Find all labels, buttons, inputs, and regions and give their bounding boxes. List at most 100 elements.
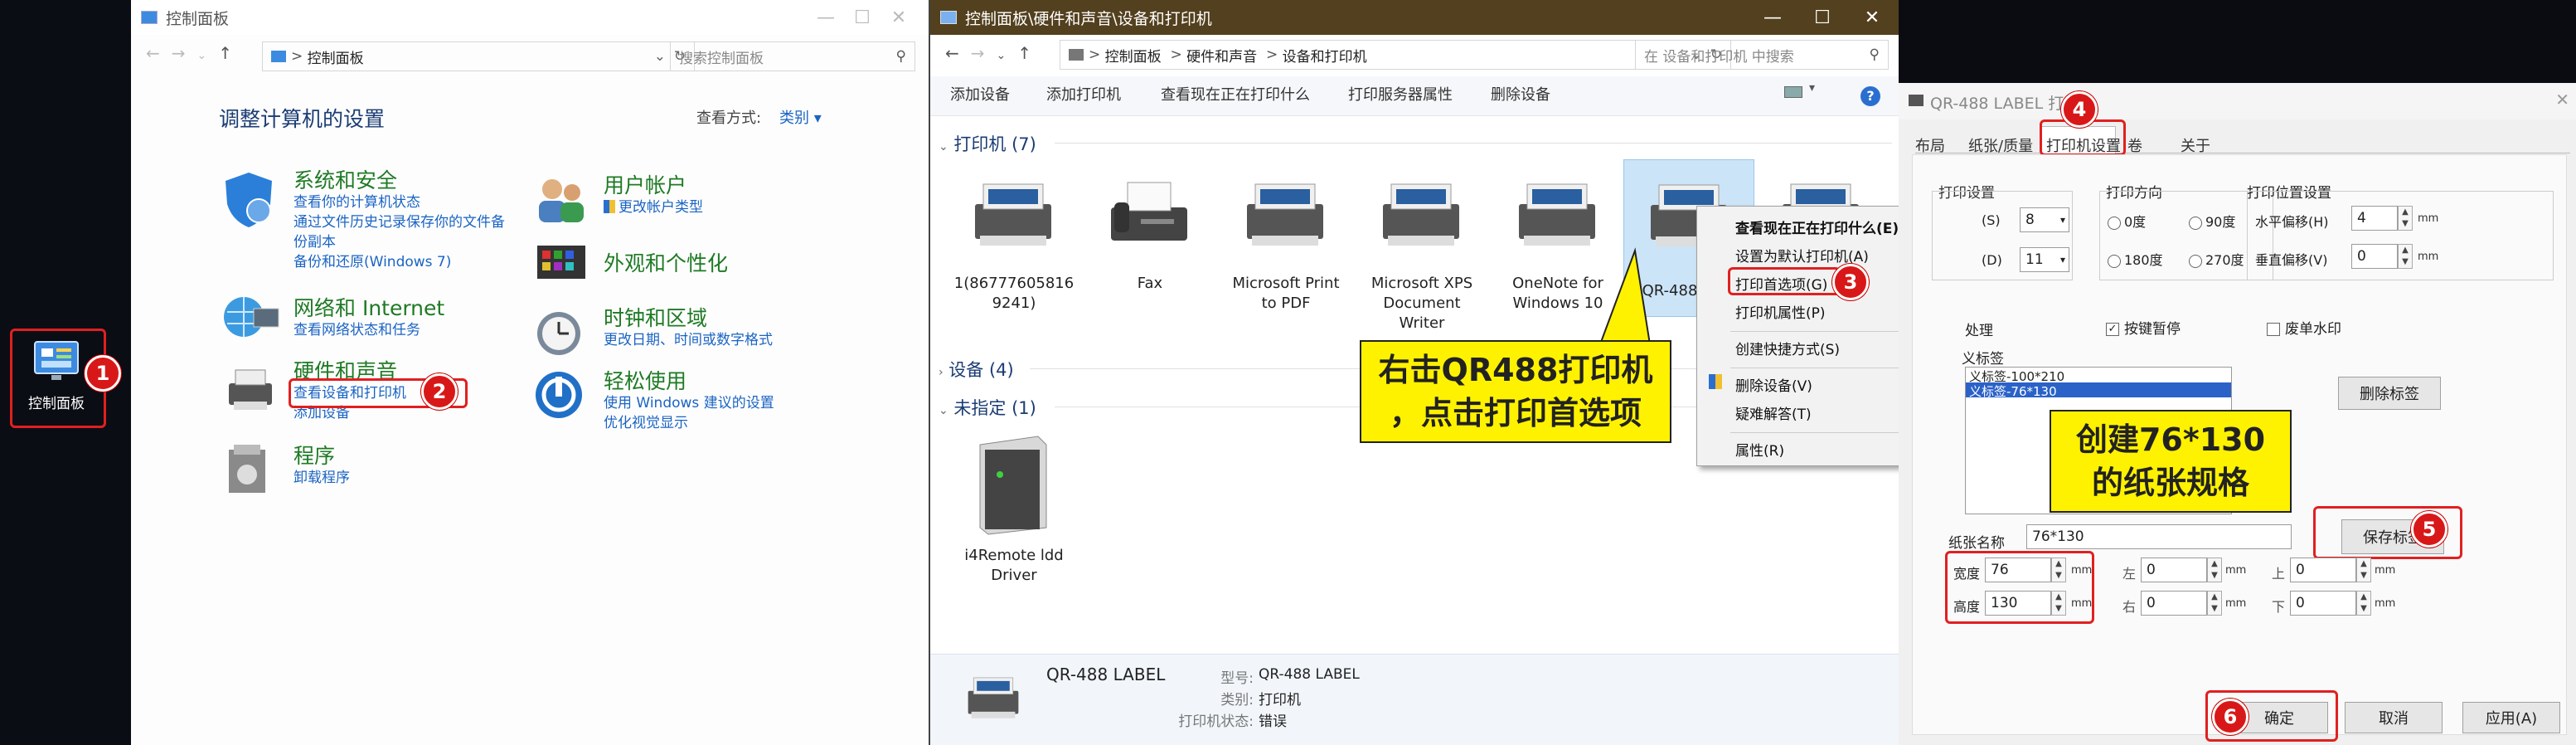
printer-item[interactable]: Microsoft XPS Document Writer [1360,166,1484,332]
up-arrow-icon[interactable]: ↑ [1017,43,1043,63]
breadcrumb-hardware[interactable]: 硬件和声音 [1186,45,1257,66]
tab-paper-quality[interactable]: 纸张/质量 [1968,134,2033,156]
menu-item-create-shortcut[interactable]: 创建快捷方式(S) [1735,338,1840,358]
right-margin-spinner[interactable]: ▲ ▼ [2207,591,2222,616]
printer-icon [1383,183,1459,246]
link-change-date[interactable]: 更改日期、时间或数字格式 [604,330,773,350]
list-item[interactable]: 义标签-100*210 [1966,368,2231,384]
breadcrumb-control-panel[interactable]: 控制面板 [1105,45,1162,66]
devices-close-button[interactable]: ✕ [1847,0,1897,35]
radio-180-degree[interactable]: 180度 [2108,249,2163,269]
tab-roll[interactable]: 卷 [2127,134,2142,156]
device-item[interactable]: i4Remote ldd Driver [952,428,1076,594]
v-offset-input[interactable]: 0 [2351,244,2398,269]
cmd-print-server-props[interactable]: 打印服务器属性 [1348,83,1453,105]
detail-status-label: 打印机状态: [1178,713,1254,730]
devices-search-input[interactable]: 在 设备和打印机 中搜索 ⚲ [1635,40,1889,70]
unit-label: mm [2225,597,2247,610]
control-panel-search-input[interactable]: 搜索控制面板 ⚲ [670,41,915,71]
devices-address-bar[interactable]: > 控制面板 > 硬件和声音 > 设备和打印机 ⌄ ↻ [1060,40,1731,70]
close-button[interactable]: ✕ [874,0,924,35]
left-margin-spinner[interactable]: ▲ ▼ [2207,558,2222,582]
link-network-status[interactable]: 查看网络状态和任务 [293,320,420,340]
view-by-dropdown[interactable]: 类别 ▾ [779,106,822,128]
menu-item-see-printing[interactable]: 查看现在正在打印什么(E) [1735,217,1899,237]
menu-item-remove-device[interactable]: 删除设备(V) [1735,374,1812,395]
menu-item-printer-properties[interactable]: 打印机属性(P) [1735,301,1826,322]
printers-group-header[interactable]: ⌄ 打印机 (7) [939,131,1036,156]
radio-icon [2108,254,2121,268]
speed-select[interactable]: 8 ▾ [2020,207,2069,232]
link-file-history[interactable]: 通过文件历史记录保存你的文件备 [293,212,505,232]
category-title[interactable]: 网络和 Internet [293,292,444,322]
delete-label-button[interactable]: 删除标签 [2338,377,2441,410]
process-label: 处理 [1965,323,1993,339]
unspecified-group-header[interactable]: ⌄ 未指定 (1) [939,395,1036,420]
category-title[interactable]: 用户帐户 [604,169,686,199]
v-offset-spinner[interactable]: ▲ ▼ [2398,244,2413,269]
radio-270-degree[interactable]: 270度 [2189,249,2244,269]
density-select[interactable]: 11 ▾ [2020,247,2069,272]
cmd-add-printer[interactable]: 添加打印机 [1046,83,1121,105]
h-offset-input[interactable]: 4 [2351,206,2398,231]
bottom-margin-spinner[interactable]: ▲ ▼ [2356,591,2371,616]
printer-item[interactable]: Fax [1088,166,1212,324]
h-offset-spinner[interactable]: ▲ ▼ [2398,206,2413,231]
back-arrow-icon[interactable]: ← [146,43,172,63]
devices-header-label: 设备 (4) [948,360,1014,380]
dialog-close-icon[interactable]: ✕ [2555,90,2569,110]
view-options-icon[interactable] [1784,86,1802,98]
watermark-checkbox[interactable]: 废单水印 [2267,317,2341,338]
list-item-selected[interactable]: 义标签-76*130 [1966,382,2231,399]
printer-item[interactable]: 1(86777605816 9241) [952,166,1076,324]
link-optimize-display[interactable]: 优化视觉显示 [604,413,688,433]
cmd-add-device[interactable]: 添加设备 [950,83,1010,105]
dropdown-chevron-icon[interactable]: ⌄ [654,48,666,65]
tab-about[interactable]: 关于 [2181,134,2210,156]
view-options-chevron-icon[interactable]: ▾ [1809,81,1815,95]
top-margin-input[interactable]: 0 [2290,558,2356,582]
category-title[interactable]: 轻松使用 [604,365,686,395]
control-panel-address-bar[interactable]: > 控制面板 ⌄ ↻ [262,41,695,71]
help-icon[interactable]: ? [1860,86,1880,106]
recent-chevron-icon[interactable]: ⌄ [997,49,1018,62]
cancel-button[interactable]: 取消 [2345,702,2443,733]
forward-arrow-icon[interactable]: → [971,43,997,63]
tab-layout[interactable]: 布局 [1915,134,1945,156]
left-margin-input[interactable]: 0 [2141,558,2207,582]
link-backup-restore[interactable]: 备份和还原(Windows 7) [293,252,451,272]
pause-key-checkbox[interactable]: ✓ 按键暂停 [2106,317,2181,338]
menu-item-troubleshoot[interactable]: 疑难解答(T) [1735,402,1812,423]
link-change-account-type[interactable]: 更改帐户类型 [604,197,703,217]
cmd-see-printing[interactable]: 查看现在正在打印什么 [1161,83,1310,105]
cmd-remove-device[interactable]: 删除设备 [1491,83,1550,105]
top-margin-spinner[interactable]: ▲ ▼ [2356,558,2371,582]
back-arrow-icon[interactable]: ← [945,43,971,63]
recent-chevron-icon[interactable]: ⌄ [197,49,219,62]
link-recommended-settings[interactable]: 使用 Windows 建议的设置 [604,393,774,413]
printer-item[interactable]: OneNote for Windows 10 [1496,166,1620,324]
v-offset-label: 垂直偏移(V) [2255,252,2328,268]
breadcrumb-devices[interactable]: 设备和打印机 [1283,45,1367,66]
right-margin-input[interactable]: 0 [2141,591,2207,616]
category-title[interactable]: 系统和安全 [293,164,397,194]
bottom-margin-input[interactable]: 0 [2290,591,2356,616]
category-title[interactable]: 时钟和区域 [604,302,707,332]
category-title[interactable]: 外观和个性化 [604,247,728,277]
paper-name-input[interactable]: 76*130 [2026,524,2292,549]
radio-0-degree[interactable]: 0度 [2108,211,2146,231]
forward-arrow-icon[interactable]: → [172,43,197,63]
radio-90-degree[interactable]: 90度 [2189,211,2235,231]
printer-item[interactable]: Microsoft Print to PDF [1224,166,1348,324]
link-uninstall[interactable]: 卸载程序 [293,468,350,488]
up-arrow-icon[interactable]: ↑ [218,43,244,63]
link-file-history-cont[interactable]: 份副本 [293,232,336,252]
category-title[interactable]: 程序 [293,440,335,470]
menu-item-properties[interactable]: 属性(R) [1735,439,1784,460]
link-check-status[interactable]: 查看你的计算机状态 [293,192,420,212]
devices-minimize-button[interactable]: — [1748,0,1797,35]
devices-maximize-button[interactable]: ☐ [1797,0,1847,35]
menu-item-set-default[interactable]: 设置为默认打印机(A) [1735,245,1869,265]
apply-button[interactable]: 应用(A) [2462,702,2560,733]
devices-group-header[interactable]: › 设备 (4) [939,357,1014,382]
